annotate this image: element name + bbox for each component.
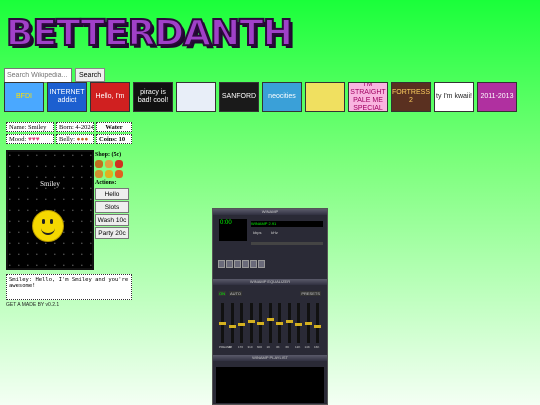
slots-button[interactable]: Slots (95, 201, 129, 213)
eq-label-3: 310 (247, 345, 253, 349)
pet-born: Born: 4-2024 (56, 122, 94, 132)
cake-icon[interactable] (105, 160, 113, 168)
eq-label-9: 14K (304, 345, 310, 349)
search-input[interactable] (4, 68, 72, 83)
fries-icon[interactable] (105, 170, 113, 178)
eq-knob[interactable] (238, 323, 245, 327)
eq-label-6: 3K (276, 345, 280, 349)
badge-11[interactable]: 2011-2013 (477, 82, 517, 112)
eq-slider-6[interactable] (276, 303, 283, 343)
eq-on-button[interactable]: ON (218, 291, 226, 296)
winamp-equalizer: ON AUTO PRESETS PREAMP 60 170 310 600 1K 3K 6K 1… (215, 289, 325, 351)
badge-4[interactable] (176, 82, 216, 112)
winamp-player: WINAMP 0:00 WINAMP 2.91 kbps kHz WINAMP … (212, 208, 328, 405)
badge-2[interactable]: Hello, I'm (90, 82, 130, 112)
eq-label-2: 170 (238, 345, 244, 349)
badge-7[interactable] (305, 82, 345, 112)
eq-knob[interactable] (219, 321, 226, 325)
eq-knob[interactable] (276, 321, 283, 325)
badge-3[interactable]: piracy is bad! cool! (133, 82, 173, 112)
eq-slider-0[interactable] (219, 303, 226, 343)
eq-label-7: 6K (285, 345, 290, 349)
badge-5[interactable]: SANFORD (219, 82, 259, 112)
water-button[interactable]: Water (96, 122, 132, 132)
actions-label: Actions: (95, 180, 117, 186)
next-icon[interactable] (250, 260, 257, 268)
eq-slider-4[interactable] (257, 303, 264, 343)
eq-label-1: 60 (228, 345, 232, 349)
eq-slider-8[interactable] (295, 303, 302, 343)
badge-8[interactable]: I'M STRAIGHT PALE ME SPECIAL (348, 82, 388, 112)
stop-icon[interactable] (242, 260, 249, 268)
eq-knob[interactable] (266, 317, 274, 321)
party-button[interactable]: Party 20c (95, 227, 129, 239)
winamp-song-title: WINAMP 2.91 (251, 221, 323, 227)
badge-1[interactable]: INTERNET addict (47, 82, 87, 112)
potion-icon[interactable] (115, 170, 123, 178)
eq-slider-7[interactable] (285, 303, 293, 343)
badge-0[interactable]: BFDI (4, 82, 44, 112)
search-button[interactable]: Search (75, 68, 106, 82)
eq-presets-button[interactable]: PRESETS (300, 291, 321, 296)
eq-knob[interactable] (295, 323, 302, 327)
pet-stage-name: Smiley (40, 180, 60, 188)
pet-belly: Belly: ●●● (56, 134, 94, 144)
pet-coins: Coins: 10 (96, 134, 132, 144)
wash-button[interactable]: Wash 10c (95, 214, 129, 226)
wikipedia-search: Search (4, 68, 106, 83)
play-icon[interactable] (226, 260, 233, 268)
winamp-kbps: kbps (253, 230, 262, 235)
eq-label-10: 16K (314, 345, 320, 349)
playlist-titlebar[interactable]: WINAMP PLAYLIST (213, 355, 327, 361)
winamp-controls (218, 260, 265, 268)
eq-label-8: 12K (295, 345, 301, 349)
winamp-khz: kHz (271, 230, 278, 235)
eq-auto-button[interactable]: AUTO (229, 291, 243, 296)
eq-titlebar[interactable]: WINAMP EQUALIZER (213, 279, 327, 285)
winamp-titlebar[interactable]: WINAMP (213, 209, 327, 215)
eq-slider-2[interactable] (238, 303, 245, 343)
pet-name: Name: Smiley (6, 122, 54, 132)
pet-stage: Smiley (6, 150, 94, 270)
pet-mood: Mood: ♥♥♥ (6, 134, 54, 144)
eq-label-5: 1K (266, 345, 271, 349)
eq-knob[interactable] (257, 321, 264, 325)
drink-icon[interactable] (115, 160, 123, 168)
eq-slider-1[interactable] (228, 303, 236, 343)
food-icon[interactable] (95, 170, 103, 178)
eq-knob[interactable] (314, 325, 321, 329)
pause-icon[interactable] (234, 260, 241, 268)
smiley-pet-icon[interactable] (32, 210, 64, 242)
eq-knob[interactable] (285, 319, 293, 323)
eq-slider-10[interactable] (314, 303, 321, 343)
eq-knob[interactable] (304, 321, 312, 325)
winamp-seek-bar[interactable] (251, 242, 323, 245)
pet-sidebar: Shop: (5c) Actions: Hello Slots Wash 10c… (95, 150, 132, 239)
burger-icon[interactable] (95, 160, 103, 168)
pet-speech: Smiley: Hello, I'm Smiley and you're awe… (6, 274, 132, 300)
eq-label-4: 600 (257, 345, 263, 349)
hello-button[interactable]: Hello (95, 188, 129, 200)
pet-footer: GET A MADE BY v0.2.1 (6, 302, 60, 308)
winamp-playlist[interactable] (216, 367, 324, 403)
badge-10[interactable]: ty I'm kwaii! (434, 82, 474, 112)
badge-6[interactable]: neocities (262, 82, 302, 112)
eject-icon[interactable] (258, 260, 265, 268)
eq-knob[interactable] (228, 325, 236, 329)
eq-slider-9[interactable] (304, 303, 312, 343)
site-logo: BETTERDANTH (5, 13, 294, 55)
virtual-pet-widget: Name: Smiley Born: 4-2024 Water Mood: ♥♥… (6, 122, 132, 308)
eq-knob[interactable] (247, 319, 255, 323)
badge-9[interactable]: FORTRESS 2 (391, 82, 431, 112)
shop-label: Shop: (5c) (95, 152, 122, 158)
eq-slider-5[interactable] (266, 303, 274, 343)
winamp-time-display: 0:00 (219, 219, 247, 241)
eq-slider-3[interactable] (247, 303, 255, 343)
prev-icon[interactable] (218, 260, 225, 268)
badge-row: BFDI INTERNET addict Hello, I'm piracy is b… (4, 82, 517, 112)
